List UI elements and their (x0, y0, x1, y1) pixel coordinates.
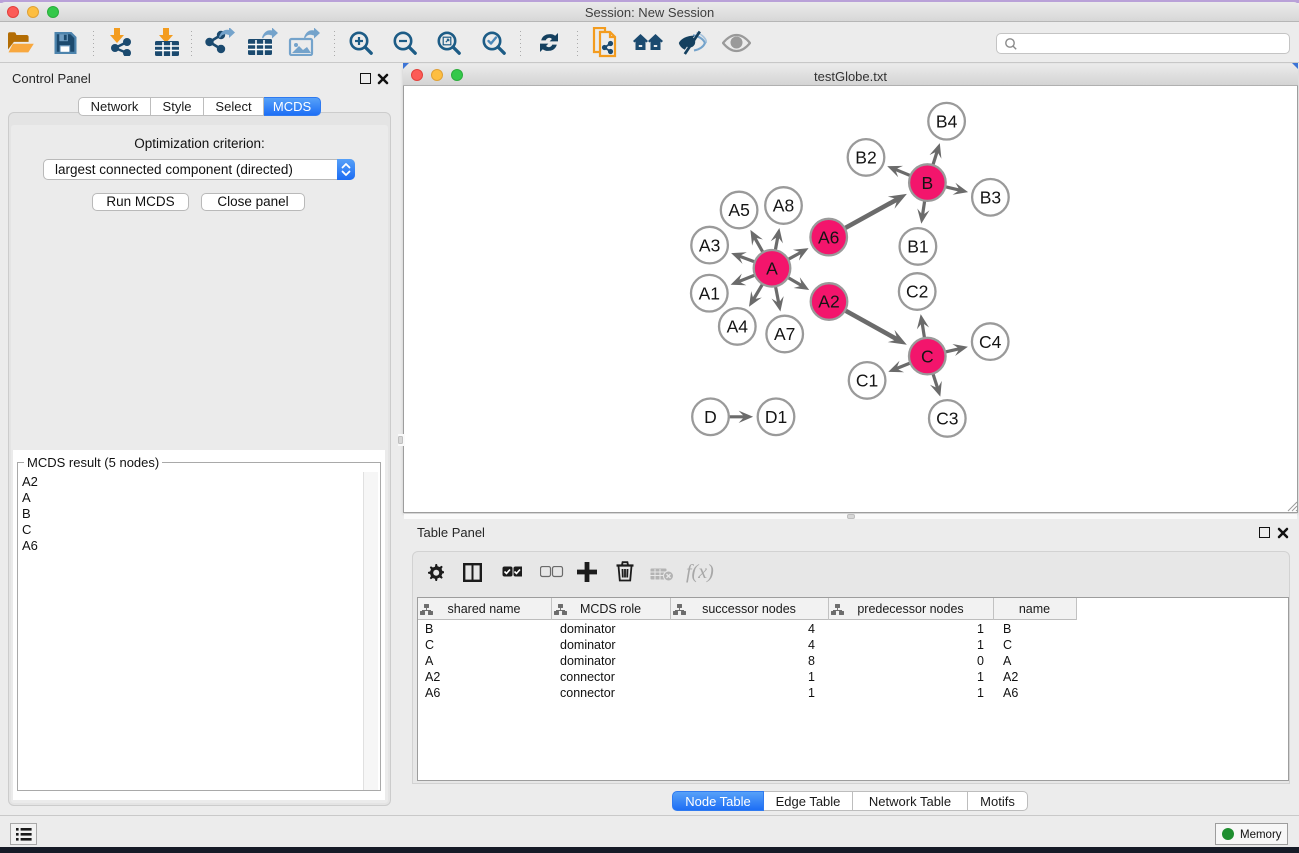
svg-text:A7: A7 (774, 324, 795, 344)
svg-text:B2: B2 (855, 148, 876, 168)
svg-text:B4: B4 (936, 111, 958, 131)
svg-text:A3: A3 (699, 235, 720, 255)
svg-text:B: B (922, 173, 934, 193)
svg-text:A6: A6 (818, 227, 839, 247)
svg-text:D1: D1 (765, 407, 787, 427)
svg-text:A: A (766, 259, 778, 279)
svg-text:A1: A1 (699, 283, 720, 303)
svg-text:C2: C2 (906, 282, 928, 302)
svg-text:B3: B3 (980, 188, 1001, 208)
svg-text:A8: A8 (773, 196, 794, 216)
svg-text:C3: C3 (936, 409, 958, 429)
svg-text:C4: C4 (979, 332, 1002, 352)
svg-text:D: D (704, 407, 717, 427)
svg-text:B1: B1 (907, 237, 928, 257)
svg-text:A4: A4 (727, 317, 749, 337)
svg-text:A5: A5 (728, 200, 749, 220)
svg-text:C: C (921, 346, 934, 366)
svg-text:A2: A2 (818, 292, 839, 312)
svg-text:C1: C1 (856, 371, 878, 391)
